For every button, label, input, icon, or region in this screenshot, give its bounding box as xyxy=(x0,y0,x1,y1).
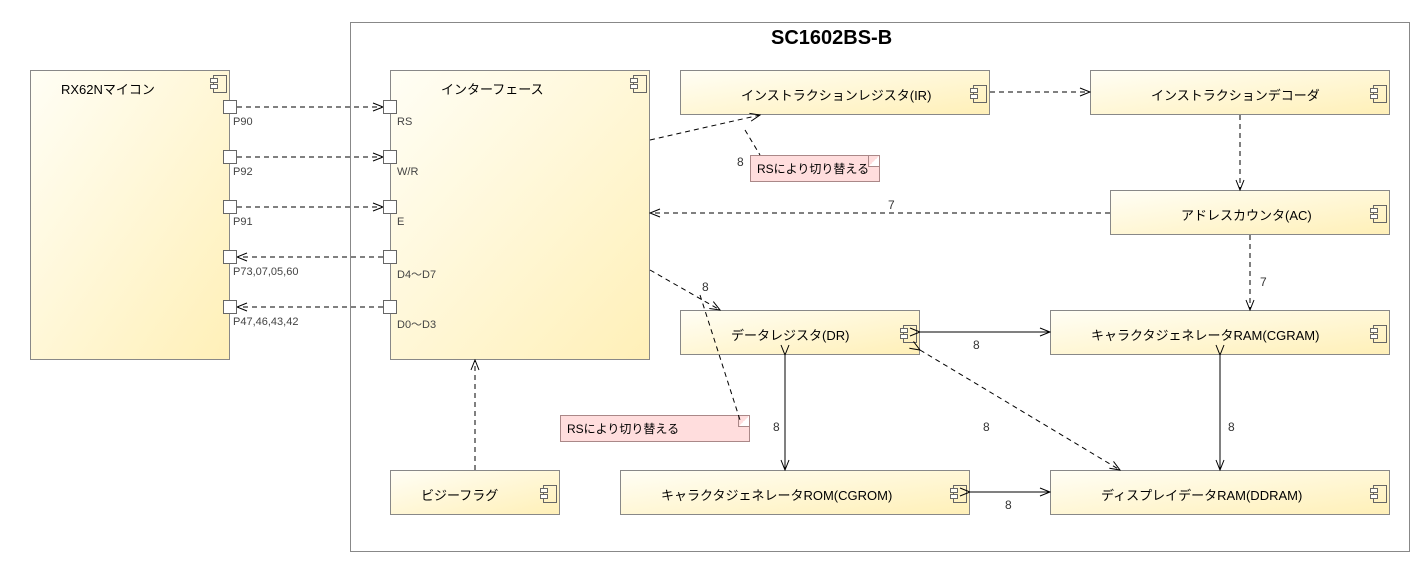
port-rs xyxy=(383,100,397,114)
component-icon xyxy=(1371,325,1385,341)
ddram-label: ディスプレイデータRAM(DDRAM) xyxy=(1101,485,1302,504)
component-icon xyxy=(541,485,555,501)
component-icon xyxy=(631,75,645,91)
component-ir: インストラクションレジスタ(IR) xyxy=(680,70,990,115)
port-p92 xyxy=(223,150,237,164)
cgrom-label: キャラクタジェネレータROM(CGROM) xyxy=(661,485,892,504)
edge-label-drcgram8: 8 xyxy=(973,338,980,352)
component-icon xyxy=(971,85,985,101)
component-dr: データレジスタ(DR) xyxy=(680,310,920,355)
edge-label-dr8: 8 xyxy=(702,280,709,294)
port-p91-label: P91 xyxy=(233,216,253,228)
interface-label: インターフェース xyxy=(441,79,544,98)
port-p90-label: P90 xyxy=(233,116,253,128)
component-decoder: インストラクションデコーダ xyxy=(1090,70,1390,115)
component-cgrom: キャラクタジェネレータROM(CGROM) xyxy=(620,470,970,515)
port-wr xyxy=(383,150,397,164)
component-cgram: キャラクタジェネレータRAM(CGRAM) xyxy=(1050,310,1390,355)
port-wr-label: W/R xyxy=(397,166,418,178)
edge-label-ac7: 7 xyxy=(888,198,895,212)
container-title: SC1602BS-B xyxy=(771,27,892,50)
edge-label-cgromddram8: 8 xyxy=(1005,498,1012,512)
mcu-label: RX62Nマイコン xyxy=(61,79,155,98)
edge-label-cgrom8: 8 xyxy=(773,420,780,434)
component-icon xyxy=(951,485,965,501)
port-p90 xyxy=(223,100,237,114)
port-d47-label: D4～D7 xyxy=(397,266,436,282)
port-e xyxy=(383,200,397,214)
note-rs2: RSにより切り替える xyxy=(560,415,750,442)
port-p47-label: P47,46,43,42 xyxy=(233,316,298,328)
port-p91 xyxy=(223,200,237,214)
port-rs-label: RS xyxy=(397,116,412,128)
component-ddram: ディスプレイデータRAM(DDRAM) xyxy=(1050,470,1390,515)
port-d03-label: D0～D3 xyxy=(397,316,436,332)
component-ac: アドレスカウンタ(AC) xyxy=(1110,190,1390,235)
component-icon xyxy=(901,325,915,341)
note-rs1: RSにより切り替える xyxy=(750,155,880,182)
port-p47 xyxy=(223,300,237,314)
ir-label: インストラクションレジスタ(IR) xyxy=(741,85,931,104)
port-e-label: E xyxy=(397,216,404,228)
component-icon xyxy=(1371,485,1385,501)
edge-label-drddram8: 8 xyxy=(983,420,990,434)
port-d03 xyxy=(383,300,397,314)
component-icon xyxy=(1371,85,1385,101)
edge-label-accgram7: 7 xyxy=(1260,275,1267,289)
component-icon xyxy=(211,75,225,91)
port-p73 xyxy=(223,250,237,264)
edge-label-cgramddram8: 8 xyxy=(1228,420,1235,434)
component-icon xyxy=(1371,205,1385,221)
port-d47 xyxy=(383,250,397,264)
ac-label: アドレスカウンタ(AC) xyxy=(1181,205,1312,224)
component-mcu: RX62Nマイコン xyxy=(30,70,230,360)
edge-label-ir8: 8 xyxy=(737,155,744,169)
cgram-label: キャラクタジェネレータRAM(CGRAM) xyxy=(1091,325,1319,344)
port-p73-label: P73,07,05,60 xyxy=(233,266,298,278)
busy-label: ビジーフラグ xyxy=(421,485,498,504)
dr-label: データレジスタ(DR) xyxy=(731,325,849,344)
component-busy: ビジーフラグ xyxy=(390,470,560,515)
port-p92-label: P92 xyxy=(233,166,253,178)
decoder-label: インストラクションデコーダ xyxy=(1151,85,1320,104)
